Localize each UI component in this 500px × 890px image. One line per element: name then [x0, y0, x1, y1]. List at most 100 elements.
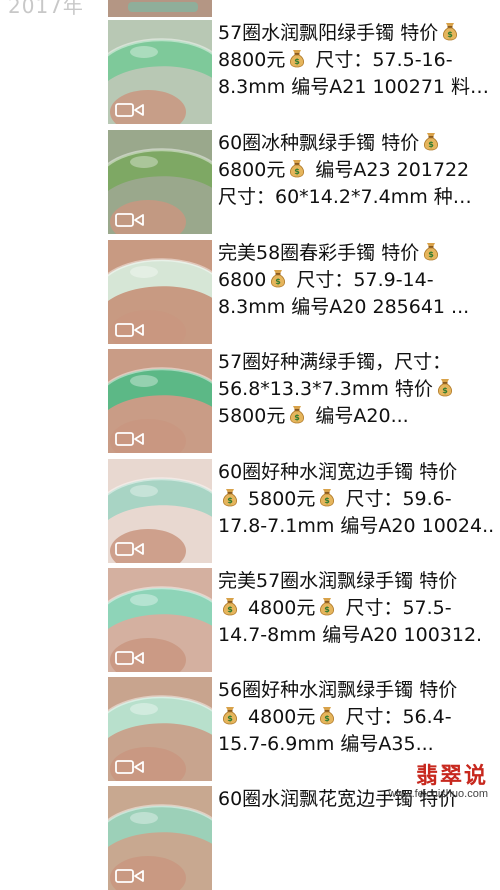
feed-post[interactable]: 60圈水润飘花宽边手镯 特价 — [108, 786, 500, 890]
feed-post[interactable]: 60圈冰种飘绿手镯 特价 $6800元 $ 编号A23 201722 尺寸：60*14… — [108, 130, 500, 234]
post-text-segment: 4800元 — [242, 706, 316, 728]
post-text-segment: 6800 — [218, 269, 267, 291]
watermark-url: www.feicuishuo.com — [388, 788, 488, 800]
post-text-line: 8.3mm 编号A21 100271 料… — [218, 74, 496, 101]
post-text-segment: 60圈好种水润宽边手镯 特价 — [218, 461, 458, 483]
money-bag-icon: $ — [222, 489, 238, 507]
money-bag-icon: $ — [222, 707, 238, 725]
post-text-line: 17.8-7.1mm 编号A20 10024... — [218, 513, 496, 540]
post-text-segment: 编号A20... — [309, 405, 409, 427]
feed-post[interactable]: 60圈好种水润宽边手镯 特价 $ 5800元 $ 尺寸：59.6- 17.8-7.1m… — [108, 459, 500, 563]
money-bag-icon: $ — [290, 160, 305, 178]
svg-text:$: $ — [442, 386, 448, 395]
svg-text:$: $ — [227, 605, 233, 614]
post-text-segment: 尺寸：56.4- — [339, 706, 452, 728]
svg-text:$: $ — [325, 605, 331, 614]
post-text-line: 56.8*13.3*7.3mm 特价 $ — [218, 376, 496, 403]
feed-post[interactable]: 57圈好种满绿手镯，尺寸： 56.8*13.3*7.3mm 特价 $5800元 $ 编… — [108, 349, 500, 453]
post-text[interactable]: 56圈好种水润飘绿手镯 特价 $ 4800元 $ 尺寸：56.4- 15.7-6.9m… — [218, 677, 496, 758]
post-text-segment: 尺寸：57.5- — [339, 597, 452, 619]
post-text[interactable]: 60圈好种水润宽边手镯 特价 $ 5800元 $ 尺寸：59.6- 17.8-7.1m… — [218, 459, 496, 540]
svg-text:$: $ — [428, 140, 434, 149]
post-text-line: 完美58圈春彩手镯 特价 $ — [218, 240, 496, 267]
money-bag-icon: $ — [424, 133, 439, 151]
post-text-line: 8.3mm 编号A20 285641 ... — [218, 294, 496, 321]
money-bag-icon: $ — [290, 50, 305, 68]
svg-text:$: $ — [295, 167, 301, 176]
post-text[interactable]: 57圈好种满绿手镯，尺寸： 56.8*13.3*7.3mm 特价 $5800元 $ 编… — [218, 349, 496, 430]
money-bag-icon: $ — [320, 598, 335, 616]
post-text-line: 6800元 $ 编号A23 201722 — [218, 157, 496, 184]
video-icon — [115, 651, 144, 665]
post-text-line: 57圈好种满绿手镯，尺寸： — [218, 349, 496, 376]
post-text-segment: 4800元 — [242, 597, 316, 619]
post-video-thumbnail[interactable] — [108, 240, 212, 344]
post-text[interactable]: 60圈冰种飘绿手镯 特价 $6800元 $ 编号A23 201722 尺寸：60*14… — [218, 130, 496, 211]
money-bag-icon: $ — [271, 270, 286, 288]
svg-text:$: $ — [227, 496, 233, 505]
post-text-segment: 15.7-6.9mm 编号A35... — [218, 733, 434, 755]
post-text-segment: 57圈好种满绿手镯，尺寸： — [218, 351, 452, 373]
money-bag-icon: $ — [320, 489, 335, 507]
post-text-line: 8800元 $ 尺寸：57.5-16- — [218, 47, 496, 74]
post-text-segment: 尺寸：60*14.2*7.4mm 种… — [218, 186, 472, 208]
post-text-line: 完美57圈水润飘绿手镯 特价 — [218, 568, 496, 595]
post-video-thumbnail[interactable] — [108, 568, 212, 672]
post-video-thumbnail[interactable] — [108, 20, 212, 124]
post-text-segment: 编号A23 201722 — [309, 159, 470, 181]
video-icon — [115, 542, 144, 556]
post-text-line: $ 5800元 $ 尺寸：59.6- — [218, 486, 496, 513]
post-text-line: 56圈好种水润飘绿手镯 特价 — [218, 677, 496, 704]
post-text-line: 57圈水润飘阳绿手镯 特价 $ — [218, 20, 496, 47]
svg-text:$: $ — [325, 714, 331, 723]
post-text-segment: 8.3mm 编号A21 100271 料… — [218, 76, 490, 98]
feed-post[interactable]: 57圈水润飘阳绿手镯 特价 $8800元 $ 尺寸：57.5-16- 8.3mm 编号… — [108, 20, 500, 124]
post-text-segment: 5800元 — [242, 488, 316, 510]
post-text-segment: 14.7-8mm 编号A20 100312. — [218, 624, 483, 646]
post-text-line: $ 4800元 $ 尺寸：56.4- — [218, 704, 496, 731]
post-text[interactable]: 57圈水润飘阳绿手镯 特价 $8800元 $ 尺寸：57.5-16- 8.3mm 编号… — [218, 20, 496, 101]
post-video-thumbnail[interactable] — [108, 786, 212, 890]
post-text-line: $ 4800元 $ 尺寸：57.5- — [218, 595, 496, 622]
post-text-segment: 5800元 — [218, 405, 286, 427]
video-icon — [115, 760, 144, 774]
post-video-thumbnail[interactable] — [108, 459, 212, 563]
feed-post[interactable]: 完美58圈春彩手镯 特价 $6800 $ 尺寸：57.9-14- 8.3mm 编号A2… — [108, 240, 500, 344]
svg-text:$: $ — [295, 57, 301, 66]
post-text-line: 5800元 $ 编号A20... — [218, 403, 496, 430]
video-icon — [115, 323, 144, 337]
post-text-segment: 尺寸：59.6- — [339, 488, 452, 510]
money-bag-icon: $ — [320, 707, 335, 725]
money-bag-icon: $ — [290, 406, 305, 424]
post-text-segment: 8.3mm 编号A20 285641 ... — [218, 296, 470, 318]
svg-text:$: $ — [447, 30, 453, 39]
video-icon — [115, 432, 144, 446]
money-bag-icon: $ — [443, 23, 458, 41]
post-text-segment: 尺寸：57.9-14- — [290, 269, 434, 291]
post-text-segment: 6800元 — [218, 159, 286, 181]
video-icon — [115, 103, 144, 117]
post-text[interactable]: 完美58圈春彩手镯 特价 $6800 $ 尺寸：57.9-14- 8.3mm 编号A2… — [218, 240, 496, 321]
video-icon — [115, 869, 144, 883]
svg-text:$: $ — [428, 250, 434, 259]
post-text[interactable]: 完美57圈水润飘绿手镯 特价 $ 4800元 $ 尺寸：57.5- 14.7-8mm … — [218, 568, 496, 649]
post-text-segment: 17.8-7.1mm 编号A20 10024... — [218, 515, 496, 537]
post-text-line: 14.7-8mm 编号A20 100312. — [218, 622, 496, 649]
post-text-segment: 完美57圈水润飘绿手镯 特价 — [218, 570, 458, 592]
money-bag-icon: $ — [424, 243, 439, 261]
watermark: 翡翠说 www.feicuishuo.com — [388, 764, 488, 800]
svg-text:$: $ — [276, 277, 282, 286]
post-text-segment: 8800元 — [218, 49, 286, 71]
money-bag-icon: $ — [222, 598, 238, 616]
feed-post[interactable]: 完美57圈水润飘绿手镯 特价 $ 4800元 $ 尺寸：57.5- 14.7-8mm … — [108, 568, 500, 672]
post-video-thumbnail[interactable] — [108, 677, 212, 781]
post-text-line: 尺寸：60*14.2*7.4mm 种… — [218, 184, 496, 211]
moments-feed: 57圈水润飘阳绿手镯 特价 $8800元 $ 尺寸：57.5-16- 8.3mm 编号… — [0, 0, 500, 890]
svg-text:$: $ — [295, 413, 301, 422]
post-text-line: 15.7-6.9mm 编号A35... — [218, 731, 496, 758]
svg-text:$: $ — [325, 496, 331, 505]
post-video-thumbnail[interactable] — [108, 349, 212, 453]
post-text-line: 60圈好种水润宽边手镯 特价 — [218, 459, 496, 486]
post-text-line: 6800 $ 尺寸：57.9-14- — [218, 267, 496, 294]
post-video-thumbnail[interactable] — [108, 130, 212, 234]
